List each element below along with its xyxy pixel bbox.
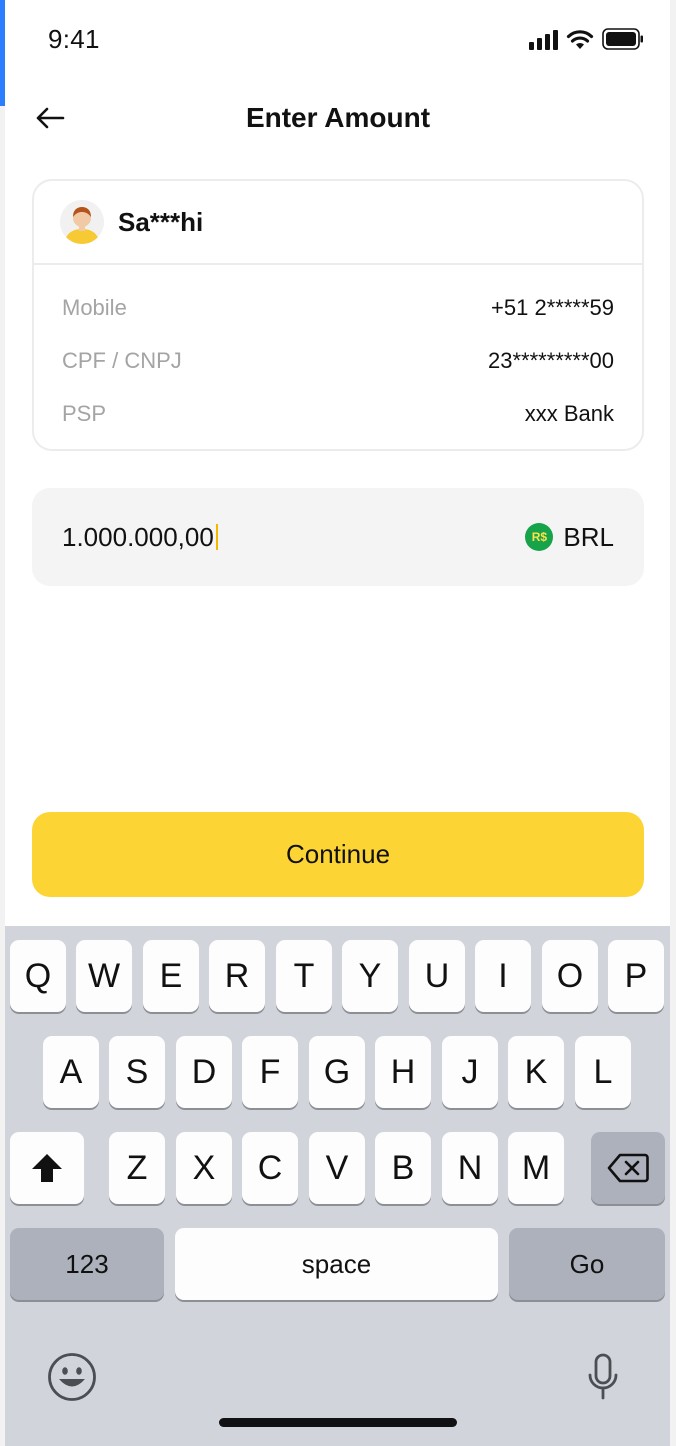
- status-time: 9:41: [48, 24, 100, 54]
- key-z[interactable]: Z: [109, 1132, 165, 1204]
- text-caret: [215, 524, 218, 550]
- psp-value: xxx Bank: [524, 400, 614, 426]
- cellular-signal-icon: [529, 30, 558, 50]
- amount-input[interactable]: 1.000.000,00 R$ BRL: [32, 488, 644, 586]
- header: Enter Amount: [0, 88, 676, 148]
- page-title: Enter Amount: [245, 102, 431, 133]
- keyboard: Q W E R T Y U I O P A S D F G H J K L Z …: [5, 926, 670, 1446]
- backspace-key[interactable]: [591, 1132, 665, 1204]
- key-g[interactable]: G: [309, 1036, 365, 1108]
- shift-key[interactable]: [10, 1132, 84, 1204]
- battery-icon: [602, 28, 643, 50]
- currency-code: BRL: [563, 521, 614, 552]
- go-key[interactable]: Go: [509, 1228, 665, 1300]
- key-m[interactable]: M: [508, 1132, 564, 1204]
- key-l[interactable]: L: [575, 1036, 631, 1108]
- cpf-label: CPF / CNPJ: [62, 347, 182, 373]
- key-p[interactable]: P: [608, 940, 664, 1012]
- psp-label: PSP: [62, 400, 107, 426]
- status-icons: [529, 28, 644, 50]
- key-b[interactable]: B: [375, 1132, 431, 1204]
- key-o[interactable]: O: [542, 940, 598, 1012]
- recipient-details: Mobile +51 2*****59 CPF / CNPJ 23*******…: [34, 265, 642, 440]
- key-a[interactable]: A: [43, 1036, 99, 1108]
- mobile-value: +51 2*****59: [491, 294, 614, 320]
- key-j[interactable]: J: [442, 1036, 498, 1108]
- user-avatar-icon: [60, 200, 104, 244]
- currency-selector[interactable]: R$ BRL: [525, 522, 614, 553]
- amount-value-wrap: 1.000.000,00: [62, 522, 218, 553]
- key-r[interactable]: R: [209, 940, 265, 1012]
- key-q[interactable]: Q: [10, 940, 66, 1012]
- status-bar: 9:41: [0, 0, 676, 80]
- key-h[interactable]: H: [375, 1036, 431, 1108]
- key-n[interactable]: N: [442, 1132, 498, 1204]
- key-x[interactable]: X: [176, 1132, 232, 1204]
- amount-value: 1.000.000,00: [62, 521, 214, 552]
- recipient-card: Sa***hi Mobile +51 2*****59 CPF / CNPJ 2…: [32, 179, 644, 451]
- key-e[interactable]: E: [143, 940, 199, 1012]
- backspace-icon: [607, 1153, 649, 1183]
- key-u[interactable]: U: [409, 940, 465, 1012]
- numbers-key[interactable]: 123: [10, 1228, 164, 1300]
- microphone-icon: [588, 1353, 618, 1400]
- emoji-icon: [48, 1353, 96, 1401]
- key-f[interactable]: F: [242, 1036, 298, 1108]
- cpf-value: 23*********00: [488, 347, 614, 373]
- brl-currency-icon: R$: [525, 523, 554, 551]
- key-v[interactable]: V: [309, 1132, 365, 1204]
- wifi-icon: [566, 30, 594, 49]
- detail-row-mobile: Mobile +51 2*****59: [62, 281, 614, 334]
- frame-edge-right: [670, 0, 676, 1446]
- key-y[interactable]: Y: [342, 940, 398, 1012]
- key-c[interactable]: C: [242, 1132, 298, 1204]
- home-indicator[interactable]: [219, 1418, 457, 1427]
- recipient-header: Sa***hi: [34, 181, 642, 265]
- key-k[interactable]: K: [508, 1036, 564, 1108]
- recipient-name: Sa***hi: [118, 206, 204, 237]
- space-key[interactable]: space: [175, 1228, 498, 1300]
- key-w[interactable]: W: [76, 940, 132, 1012]
- emoji-button[interactable]: [45, 1350, 99, 1404]
- detail-row-psp: PSP xxx Bank: [62, 387, 614, 440]
- avatar: [60, 200, 104, 244]
- detail-row-cpf: CPF / CNPJ 23*********00: [62, 334, 614, 387]
- key-d[interactable]: D: [176, 1036, 232, 1108]
- continue-button[interactable]: Continue: [32, 812, 644, 897]
- key-t[interactable]: T: [276, 940, 332, 1012]
- key-s[interactable]: S: [109, 1036, 165, 1108]
- key-i[interactable]: I: [475, 940, 531, 1012]
- dictation-button[interactable]: [583, 1350, 623, 1404]
- shift-arrow-icon: [32, 1154, 62, 1182]
- mobile-label: Mobile: [62, 294, 127, 320]
